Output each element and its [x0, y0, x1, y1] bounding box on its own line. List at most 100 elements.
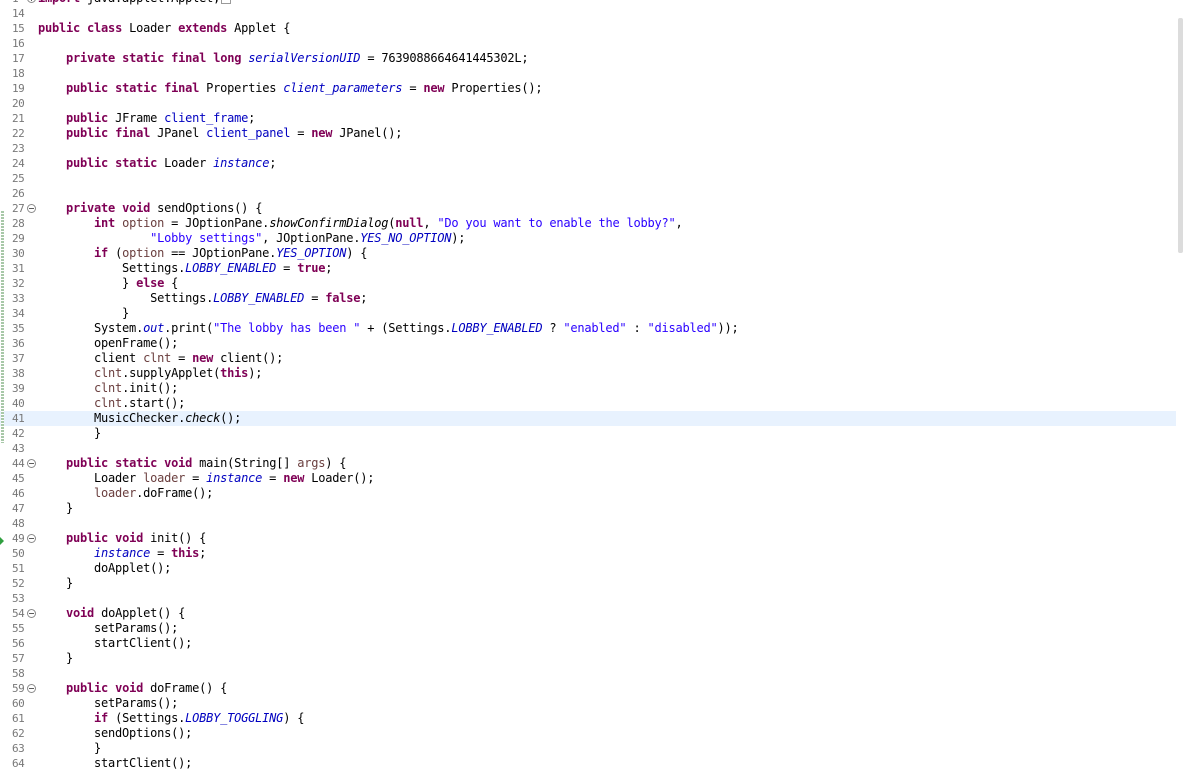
code-text[interactable]: public JFrame client_frame; — [38, 111, 255, 126]
code-line[interactable]: 58 — [0, 666, 1176, 681]
code-text[interactable]: clnt.init(); — [38, 381, 178, 396]
code-line[interactable]: 62 sendOptions(); — [0, 726, 1176, 741]
code-line[interactable]: 27 private void sendOptions() { — [0, 201, 1176, 216]
vertical-scrollbar[interactable] — [1176, 0, 1185, 771]
code-text[interactable]: System.out.print("The lobby has been " +… — [38, 321, 739, 336]
collapse-fold-icon[interactable] — [27, 204, 36, 213]
code-text[interactable]: startClient(); — [38, 756, 192, 771]
code-line[interactable]: 24 public static Loader instance; — [0, 156, 1176, 171]
code-text[interactable]: } — [38, 426, 101, 441]
code-line[interactable]: 17 private static final long serialVersi… — [0, 51, 1176, 66]
code-text[interactable]: "Lobby settings", JOptionPane.YES_NO_OPT… — [38, 231, 465, 246]
code-text[interactable]: if (Settings.LOBBY_TOGGLING) { — [38, 711, 304, 726]
code-text[interactable]: Loader loader = instance = new Loader(); — [38, 471, 374, 486]
code-line[interactable]: 53 — [0, 591, 1176, 606]
code-line[interactable]: 63 } — [0, 741, 1176, 756]
code-text[interactable]: instance = this; — [38, 546, 206, 561]
code-line[interactable]: 33 Settings.LOBBY_ENABLED = false; — [0, 291, 1176, 306]
collapse-fold-icon[interactable] — [27, 684, 36, 693]
code-line[interactable]: 44 public static void main(String[] args… — [0, 456, 1176, 471]
code-line[interactable]: 18 — [0, 66, 1176, 81]
code-text[interactable]: Settings.LOBBY_ENABLED = true; — [38, 261, 332, 276]
code-line[interactable]: 28 int option = JOptionPane.showConfirmD… — [0, 216, 1176, 231]
code-line[interactable]: 25 — [0, 171, 1176, 186]
collapse-fold-icon[interactable] — [27, 459, 36, 468]
code-line[interactable]: 16 — [0, 36, 1176, 51]
code-text[interactable]: setParams(); — [38, 696, 178, 711]
code-text[interactable]: client clnt = new client(); — [38, 351, 283, 366]
code-text[interactable]: public static void main(String[] args) { — [38, 456, 346, 471]
code-line[interactable]: 50 instance = this; — [0, 546, 1176, 561]
code-line[interactable]: 48 — [0, 516, 1176, 531]
code-text[interactable]: public final JPanel client_panel = new J… — [38, 126, 402, 141]
code-text[interactable]: public class Loader extends Applet { — [38, 21, 290, 36]
code-line[interactable]: 26 — [0, 186, 1176, 201]
code-text[interactable]: clnt.start(); — [38, 396, 185, 411]
code-line[interactable]: 54 void doApplet() { — [0, 606, 1176, 621]
code-line[interactable]: 22 public final JPanel client_panel = ne… — [0, 126, 1176, 141]
code-line[interactable]: 59 public void doFrame() { — [0, 681, 1176, 696]
code-text[interactable]: MusicChecker.check(); — [38, 411, 241, 426]
code-line[interactable]: 35 System.out.print("The lobby has been … — [0, 321, 1176, 336]
folded-imports-box[interactable] — [221, 0, 232, 4]
code-text[interactable]: } — [38, 501, 73, 516]
code-text[interactable]: public static final Properties client_pa… — [38, 81, 543, 96]
code-line[interactable]: 20 — [0, 96, 1176, 111]
code-line[interactable]: 31 Settings.LOBBY_ENABLED = true; — [0, 261, 1176, 276]
code-text[interactable]: } else { — [38, 276, 178, 291]
code-line[interactable]: 60 setParams(); — [0, 696, 1176, 711]
code-line[interactable]: 37 client clnt = new client(); — [0, 351, 1176, 366]
code-text[interactable]: } — [38, 576, 73, 591]
code-text[interactable]: Settings.LOBBY_ENABLED = false; — [38, 291, 367, 306]
code-line[interactable]: 42 } — [0, 426, 1176, 441]
code-text[interactable]: startClient(); — [38, 636, 192, 651]
code-line[interactable]: 29 "Lobby settings", JOptionPane.YES_NO_… — [0, 231, 1176, 246]
code-text[interactable]: public void doFrame() { — [38, 681, 227, 696]
code-text[interactable]: public void init() { — [38, 531, 206, 546]
code-line[interactable]: 64 startClient(); — [0, 756, 1176, 771]
code-text[interactable]: public static Loader instance; — [38, 156, 276, 171]
vertical-scrollbar-thumb[interactable] — [1178, 18, 1183, 253]
code-text[interactable]: private static final long serialVersionU… — [38, 51, 529, 66]
code-text[interactable]: if (option == JOptionPane.YES_OPTION) { — [38, 246, 367, 261]
code-text[interactable]: loader.doFrame(); — [38, 486, 213, 501]
code-line[interactable]: 19 public static final Properties client… — [0, 81, 1176, 96]
code-line[interactable]: 52 } — [0, 576, 1176, 591]
code-text[interactable]: openFrame(); — [38, 336, 178, 351]
code-editor[interactable]: 1import java.applet.Applet;1415public cl… — [0, 0, 1185, 771]
code-text[interactable]: } — [38, 306, 129, 321]
code-line[interactable]: 14 — [0, 6, 1176, 21]
code-text[interactable]: } — [38, 741, 101, 756]
code-line[interactable]: 21 public JFrame client_frame; — [0, 111, 1176, 126]
code-line[interactable]: 40 clnt.start(); — [0, 396, 1176, 411]
code-line[interactable]: 34 } — [0, 306, 1176, 321]
code-text[interactable]: void doApplet() { — [38, 606, 185, 621]
code-line[interactable]: 45 Loader loader = instance = new Loader… — [0, 471, 1176, 486]
code-text[interactable]: clnt.supplyApplet(this); — [38, 366, 262, 381]
code-line[interactable]: 30 if (option == JOptionPane.YES_OPTION)… — [0, 246, 1176, 261]
code-line[interactable]: 43 — [0, 441, 1176, 456]
collapse-fold-icon[interactable] — [27, 534, 36, 543]
code-line[interactable]: 55 setParams(); — [0, 621, 1176, 636]
code-line[interactable]: 39 clnt.init(); — [0, 381, 1176, 396]
code-text[interactable]: private void sendOptions() { — [38, 201, 262, 216]
code-text[interactable]: } — [38, 651, 73, 666]
code-line[interactable]: 46 loader.doFrame(); — [0, 486, 1176, 501]
code-line[interactable]: 56 startClient(); — [0, 636, 1176, 651]
code-text[interactable]: int option = JOptionPane.showConfirmDial… — [38, 216, 683, 231]
code-line[interactable]: 57 } — [0, 651, 1176, 666]
collapse-fold-icon[interactable] — [27, 609, 36, 618]
code-text[interactable]: setParams(); — [38, 621, 178, 636]
code-line[interactable]: 32 } else { — [0, 276, 1176, 291]
code-text[interactable]: doApplet(); — [38, 561, 171, 576]
code-line[interactable]: 23 — [0, 141, 1176, 156]
code-line[interactable]: 51 doApplet(); — [0, 561, 1176, 576]
code-text[interactable]: sendOptions(); — [38, 726, 192, 741]
code-line[interactable]: 61 if (Settings.LOBBY_TOGGLING) { — [0, 711, 1176, 726]
code-line-current[interactable]: 41 MusicChecker.check(); — [0, 411, 1176, 426]
expand-fold-icon[interactable] — [27, 0, 36, 3]
code-line[interactable]: 47 } — [0, 501, 1176, 516]
code-line[interactable]: 15 public class Loader extends Applet { — [0, 21, 1176, 36]
code-line[interactable]: 49 public void init() { — [0, 531, 1176, 546]
code-line[interactable]: 36 openFrame(); — [0, 336, 1176, 351]
